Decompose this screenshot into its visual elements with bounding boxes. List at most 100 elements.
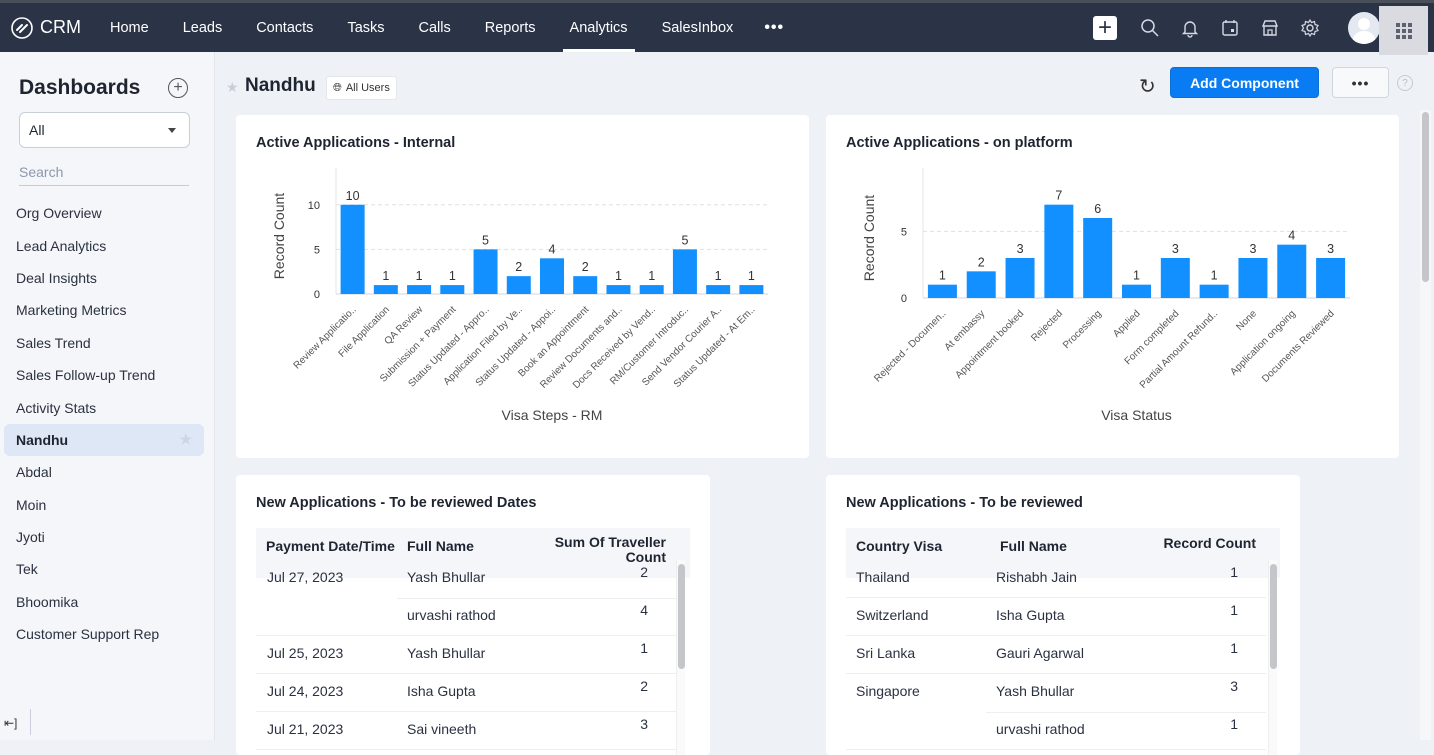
data-label: 1 bbox=[1133, 269, 1140, 283]
table-row[interactable]: Switzerland Isha Gupta 1 bbox=[846, 598, 1266, 636]
sidebar-item-sales-follow-up-trend[interactable]: Sales Follow-up Trend bbox=[4, 359, 204, 391]
sidebar-item-label: Org Overview bbox=[16, 205, 102, 222]
data-label: 1 bbox=[648, 269, 655, 283]
column-header[interactable]: Country Visa bbox=[856, 538, 942, 554]
avatar[interactable] bbox=[1348, 11, 1380, 44]
sidebar-title: Dashboards bbox=[19, 76, 141, 99]
scrollbar-thumb[interactable] bbox=[678, 564, 685, 669]
bar[interactable] bbox=[639, 285, 664, 294]
bar[interactable] bbox=[1160, 258, 1190, 298]
search-icon[interactable] bbox=[1138, 16, 1161, 39]
bar[interactable] bbox=[706, 285, 731, 294]
column-header[interactable]: Full Name bbox=[1000, 538, 1067, 554]
bar[interactable] bbox=[1238, 258, 1268, 298]
help-icon[interactable]: ? bbox=[1397, 75, 1413, 91]
x-tick-label: Rejected bbox=[1029, 308, 1065, 344]
bar[interactable] bbox=[739, 285, 764, 294]
more-options-button[interactable]: ••• bbox=[1332, 67, 1389, 98]
bar[interactable] bbox=[606, 285, 631, 294]
bar[interactable] bbox=[506, 276, 531, 294]
nav-analytics[interactable]: Analytics bbox=[553, 3, 645, 52]
table-row[interactable]: Jul 24, 2023 Isha Gupta 2 bbox=[256, 674, 676, 712]
sidebar-item-lead-analytics[interactable]: Lead Analytics bbox=[4, 229, 204, 261]
bar[interactable] bbox=[966, 271, 996, 298]
table-scrollbar[interactable] bbox=[676, 560, 685, 755]
table-row[interactable]: Thailand Rishabh Jain 1 bbox=[846, 560, 1266, 598]
sidebar-item-sales-trend[interactable]: Sales Trend bbox=[4, 327, 204, 359]
data-label: 1 bbox=[939, 269, 946, 283]
bar[interactable] bbox=[473, 249, 498, 294]
bar[interactable] bbox=[373, 285, 398, 294]
bar[interactable] bbox=[440, 285, 465, 294]
sidebar-item-activity-stats[interactable]: Activity Stats bbox=[4, 391, 204, 423]
table-row[interactable]: Singapore Yash Bhullar 3 bbox=[846, 674, 1266, 713]
table-row[interactable]: Jul 25, 2023 Yash Bhullar 1 bbox=[256, 636, 676, 674]
sidebar-search-input[interactable]: Search bbox=[19, 162, 189, 186]
table-scrollbar[interactable] bbox=[1268, 560, 1277, 755]
nav-tasks[interactable]: Tasks bbox=[330, 3, 401, 52]
bar[interactable] bbox=[340, 204, 365, 294]
column-header[interactable]: Payment Date/Time bbox=[266, 538, 395, 554]
nav-home[interactable]: Home bbox=[93, 3, 166, 52]
sidebar-item-jyoti[interactable]: Jyoti bbox=[4, 521, 204, 553]
refresh-icon[interactable]: ↻ bbox=[1139, 74, 1156, 99]
dashboard-filter-select[interactable]: All bbox=[19, 112, 190, 148]
plus-icon[interactable]: + bbox=[1093, 15, 1117, 40]
sidebar-item-marketing-metrics[interactable]: Marketing Metrics bbox=[4, 294, 204, 326]
scrollbar-thumb[interactable] bbox=[1422, 112, 1429, 282]
nav-leads[interactable]: Leads bbox=[166, 3, 240, 52]
data-label: 1 bbox=[715, 269, 722, 283]
nav-more-button[interactable]: ••• bbox=[750, 3, 798, 52]
sidebar-item-bhoomika[interactable]: Bhoomika bbox=[4, 586, 204, 618]
bar[interactable] bbox=[927, 284, 957, 298]
sidebar-item-org-overview[interactable]: Org Overview bbox=[4, 197, 204, 229]
nav-reports[interactable]: Reports bbox=[468, 3, 553, 52]
bar[interactable] bbox=[1316, 258, 1346, 298]
add-dashboard-icon[interactable]: + bbox=[168, 78, 188, 98]
table-row[interactable]: urvashi rathod 4 bbox=[256, 598, 676, 636]
nav-contacts[interactable]: Contacts bbox=[239, 3, 330, 52]
bar[interactable] bbox=[1199, 284, 1229, 298]
sidebar-item-tek[interactable]: Tek bbox=[4, 553, 204, 585]
bar[interactable] bbox=[1122, 284, 1151, 298]
store-icon[interactable] bbox=[1258, 16, 1281, 39]
scope-badge[interactable]: 🌐︎ All Users bbox=[326, 76, 397, 100]
calendar-icon[interactable] bbox=[1218, 16, 1241, 39]
apps-grid-button[interactable] bbox=[1379, 6, 1428, 55]
bar[interactable] bbox=[1083, 218, 1113, 298]
data-label: 3 bbox=[1017, 242, 1024, 256]
page-scrollbar[interactable] bbox=[1420, 110, 1431, 740]
table-row[interactable]: Jul 27, 2023 Yash Bhullar 2 bbox=[256, 560, 676, 599]
bar[interactable] bbox=[407, 285, 432, 294]
collapse-sidebar-icon[interactable]: ⇤] bbox=[4, 716, 17, 730]
bell-icon[interactable] bbox=[1178, 16, 1201, 39]
scrollbar-thumb[interactable] bbox=[1270, 564, 1277, 669]
bar[interactable] bbox=[1005, 258, 1035, 298]
nav-salesinbox[interactable]: SalesInbox bbox=[645, 3, 751, 52]
star-icon[interactable]: ★ bbox=[179, 431, 192, 448]
bar[interactable] bbox=[672, 249, 697, 294]
bar[interactable] bbox=[540, 258, 564, 294]
sidebar-item-nandhu[interactable]: Nandhu ★ bbox=[4, 423, 204, 457]
table-row[interactable]: Jul 21, 2023 Sai vineeth 3 bbox=[256, 712, 676, 750]
sidebar-item-abdal[interactable]: Abdal bbox=[4, 456, 204, 488]
crm-logo[interactable]: CRM bbox=[10, 16, 81, 40]
table-row[interactable]: Sri Lanka Gauri Agarwal 1 bbox=[846, 636, 1266, 674]
add-component-button[interactable]: Add Component bbox=[1170, 67, 1319, 98]
bar[interactable] bbox=[573, 276, 598, 294]
cell-primary: Jul 25, 2023 bbox=[267, 645, 344, 661]
cell-primary: Jul 21, 2023 bbox=[267, 721, 344, 737]
column-header[interactable]: Full Name bbox=[407, 538, 474, 554]
apps-grid-icon bbox=[1395, 22, 1412, 39]
nav-calls[interactable]: Calls bbox=[402, 3, 468, 52]
gear-icon[interactable] bbox=[1298, 16, 1321, 39]
table-row[interactable]: urvashi rathod 1 bbox=[846, 712, 1266, 750]
sidebar-item-moin[interactable]: Moin bbox=[4, 489, 204, 521]
column-header[interactable]: Record Count bbox=[1163, 535, 1256, 551]
favorite-star-icon[interactable]: ★ bbox=[226, 79, 239, 96]
data-label: 3 bbox=[1327, 242, 1334, 256]
bar[interactable] bbox=[1277, 244, 1307, 298]
bar[interactable] bbox=[1044, 204, 1074, 298]
sidebar-item-deal-insights[interactable]: Deal Insights bbox=[4, 262, 204, 294]
sidebar-item-customer-support-rep[interactable]: Customer Support Rep bbox=[4, 618, 204, 650]
